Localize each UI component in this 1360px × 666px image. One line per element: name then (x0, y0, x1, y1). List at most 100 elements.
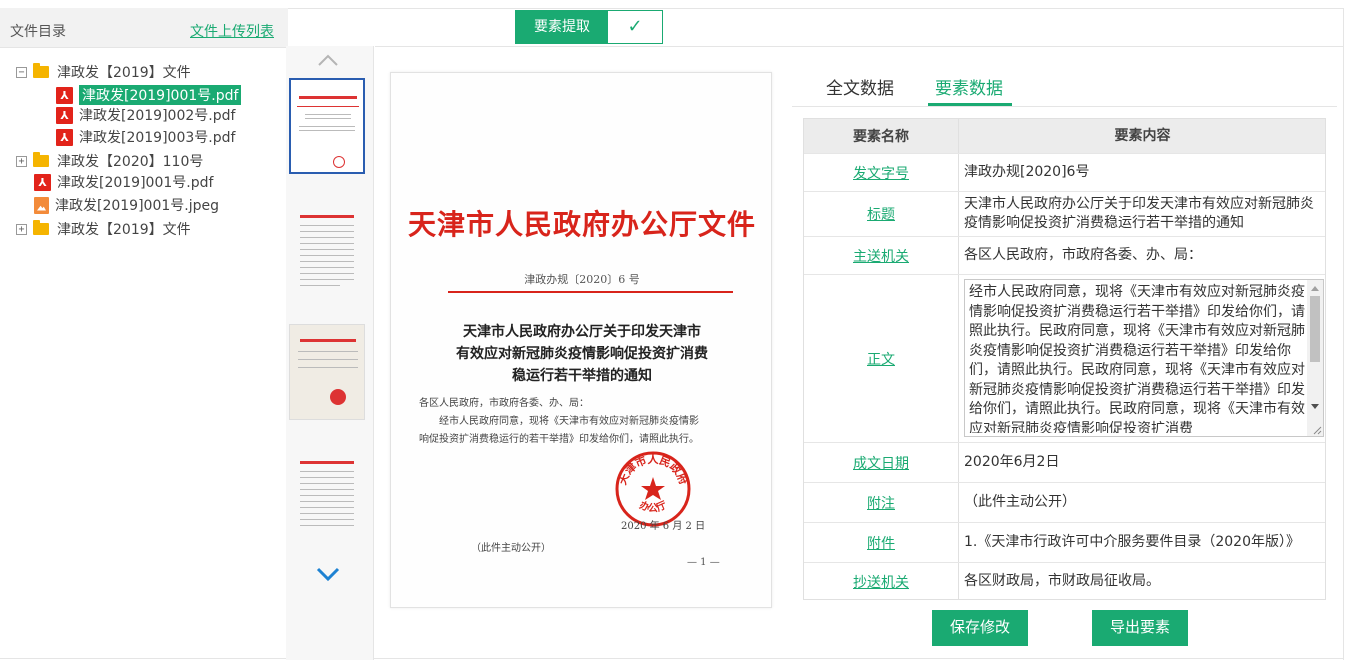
header-element-content: 要素内容 (1114, 127, 1171, 144)
thumb-text-line (300, 279, 354, 280)
scroll-up-arrow-icon[interactable] (1311, 286, 1319, 291)
element-name-link[interactable]: 成文日期 (853, 453, 909, 473)
thumb-text-line (300, 489, 354, 490)
element-name-cell: 成文日期 (804, 443, 959, 482)
doc-addressee: 各区人民政府，市政府各委、办、局： (419, 398, 589, 409)
thumb-seal-icon (333, 156, 345, 168)
element-value-cell: 各区人民政府，市政府各委、办、局： (964, 247, 1202, 263)
scroll-up-chevron-icon[interactable] (317, 50, 339, 72)
element-name-link[interactable]: 标题 (867, 204, 895, 224)
thumb-text-line (300, 477, 354, 478)
doc-subject-line: 有效应对新冠肺炎疫情影响促投资扩消费 (456, 346, 708, 362)
tree-file-selected[interactable]: ⅄ 津政发[2019]001号.pdf (56, 84, 242, 106)
element-name-link[interactable]: 附件 (867, 533, 895, 553)
tree-file-label: 津政发[2019]001号.pdf (57, 175, 214, 191)
page-thumbnail-4[interactable] (289, 450, 365, 546)
pdf-icon: ⅄ (56, 86, 73, 104)
doc-page-number: — 1 — (687, 557, 720, 568)
scrollbar-thumb[interactable] (1310, 296, 1320, 362)
element-value-cell: 津政办规[2020]6号 (964, 164, 1090, 180)
tree-file[interactable]: ⅄ 津政发[2019]001号.pdf (34, 171, 213, 193)
element-value-cell: 天津市人民政府办公厅关于印发天津市有效应对新冠肺炎疫情影响促投资扩消费稳运行若干… (964, 196, 1314, 231)
element-value-cell: 经市人民政府同意，现将《天津市有效应对新冠肺炎疫情影响促投资扩消费稳运行若干举措… (960, 275, 1325, 442)
table-row: 附件 1.《天津市行政许可中介服务要件目录（2020年版）》 (804, 523, 1325, 563)
page-thumbnail-2[interactable] (289, 200, 365, 296)
tree-file-label: 津政发[2019]001号.jpeg (55, 198, 220, 214)
body-text-area[interactable]: 经市人民政府同意，现将《天津市有效应对新冠肺炎疫情影响促投资扩消费稳运行若干举措… (964, 279, 1324, 437)
element-name-cell: 正文 (804, 275, 959, 442)
element-extract-label: 要素提取 (516, 11, 608, 43)
thumb-text-line (300, 225, 354, 226)
thumb-text-line (299, 130, 355, 131)
tab-fulltext[interactable]: 全文数据 (826, 74, 894, 99)
tree-file-label: 津政发[2019]002号.pdf (79, 108, 236, 124)
file-directory-title: 文件目录 (10, 24, 66, 40)
resize-grip-icon[interactable] (1312, 425, 1322, 435)
table-row: 标题 天津市人民政府办公厅关于印发天津市有效应对新冠肺炎疫情影响促投资扩消费稳运… (804, 192, 1325, 237)
collapse-toggle-icon[interactable]: − (16, 66, 27, 78)
table-row: 主送机关 各区人民政府，市政府各委、办、局： (804, 237, 1325, 275)
element-name-cell: 抄送机关 (804, 563, 959, 600)
expand-toggle-icon[interactable]: + (16, 155, 27, 167)
body-text-content: 经市人民政府同意，现将《天津市有效应对新冠肺炎疫情影响促投资扩消费稳运行若干举措… (969, 284, 1305, 433)
scroll-down-arrow-icon[interactable] (1311, 404, 1319, 409)
table-row: 发文字号 津政办规[2020]6号 (804, 154, 1325, 192)
element-name-link[interactable]: 抄送机关 (853, 572, 909, 592)
element-name-link[interactable]: 主送机关 (853, 246, 909, 266)
thumb-text-line (300, 501, 354, 502)
thumb-text-line (300, 285, 340, 286)
element-extract-toggle[interactable]: 要素提取 ✓ (515, 10, 663, 44)
textarea-scrollbar[interactable] (1307, 280, 1323, 436)
thumb-text-line (300, 519, 354, 520)
tree-file[interactable]: ⅄ 津政发[2019]002号.pdf (56, 104, 235, 126)
svg-text:办公厅: 办公厅 (637, 498, 668, 514)
tree-folder[interactable]: − 津政发【2019】文件 (16, 61, 191, 83)
scroll-down-chevron-icon[interactable] (315, 563, 341, 585)
save-changes-button[interactable]: 保存修改 (932, 610, 1028, 646)
thumb-text-line (300, 273, 354, 274)
thumb-title-mark (300, 461, 354, 464)
folder-icon (33, 220, 49, 235)
table-row: 成文日期 2020年6月2日 (804, 443, 1325, 483)
thumb-text-line (300, 483, 354, 484)
thumb-text-line (299, 126, 355, 127)
toolbar-divider (375, 46, 1343, 47)
thumb-text-line (300, 525, 354, 526)
tab-elements[interactable]: 要素数据 (935, 74, 1003, 99)
folder-icon (33, 152, 49, 167)
element-name-link[interactable]: 正文 (867, 349, 895, 369)
pdf-icon: ⅄ (34, 173, 51, 191)
thumb-text-line (298, 359, 358, 360)
export-elements-button[interactable]: 导出要素 (1092, 610, 1188, 646)
element-name-cell: 发文字号 (804, 154, 959, 191)
thumb-title-mark (300, 339, 356, 342)
expand-toggle-icon[interactable]: + (16, 223, 27, 235)
tree-file[interactable]: 津政发[2019]001号.jpeg (34, 194, 219, 216)
pdf-icon: ⅄ (56, 106, 73, 124)
header-element-name: 要素名称 (804, 119, 959, 153)
tree-folder-label: 津政发【2019】文件 (57, 65, 191, 81)
table-row: 正文 经市人民政府同意，现将《天津市有效应对新冠肺炎疫情影响促投资扩消费稳运行若… (804, 275, 1325, 443)
element-name-link[interactable]: 发文字号 (853, 163, 909, 183)
element-name-link[interactable]: 附注 (867, 493, 895, 513)
element-name-cell: 标题 (804, 192, 959, 236)
thumb-text-line (300, 243, 354, 244)
elements-table: 要素名称 要素内容 发文字号 津政办规[2020]6号 标题 天津市人民政府办公… (803, 118, 1326, 600)
element-value-cell: 2020年6月2日 (964, 454, 1060, 470)
page-thumbnail-1[interactable] (289, 78, 365, 174)
tree-folder[interactable]: + 津政发【2019】文件 (16, 218, 191, 240)
tree-file-label: 津政发[2019]001号.pdf (79, 85, 242, 105)
folder-icon (33, 63, 49, 78)
table-row: 附注 （此件主动公开） (804, 483, 1325, 523)
upload-list-link[interactable]: 文件上传列表 (190, 21, 274, 41)
thumb-text-line (300, 513, 354, 514)
page-thumbnail-3[interactable] (289, 324, 365, 420)
table-header-row: 要素名称 要素内容 (804, 119, 1325, 154)
tree-folder[interactable]: + 津政发【2020】110号 (16, 150, 203, 172)
tree-file[interactable]: ⅄ 津政发[2019]003号.pdf (56, 126, 235, 148)
tabs-divider (792, 106, 1337, 107)
thumb-title-mark (299, 96, 357, 99)
element-value-cell: 各区财政局，市财政局征收局。 (964, 573, 1160, 589)
thumb-text-line (300, 471, 354, 472)
thumb-seal-icon (330, 389, 346, 405)
